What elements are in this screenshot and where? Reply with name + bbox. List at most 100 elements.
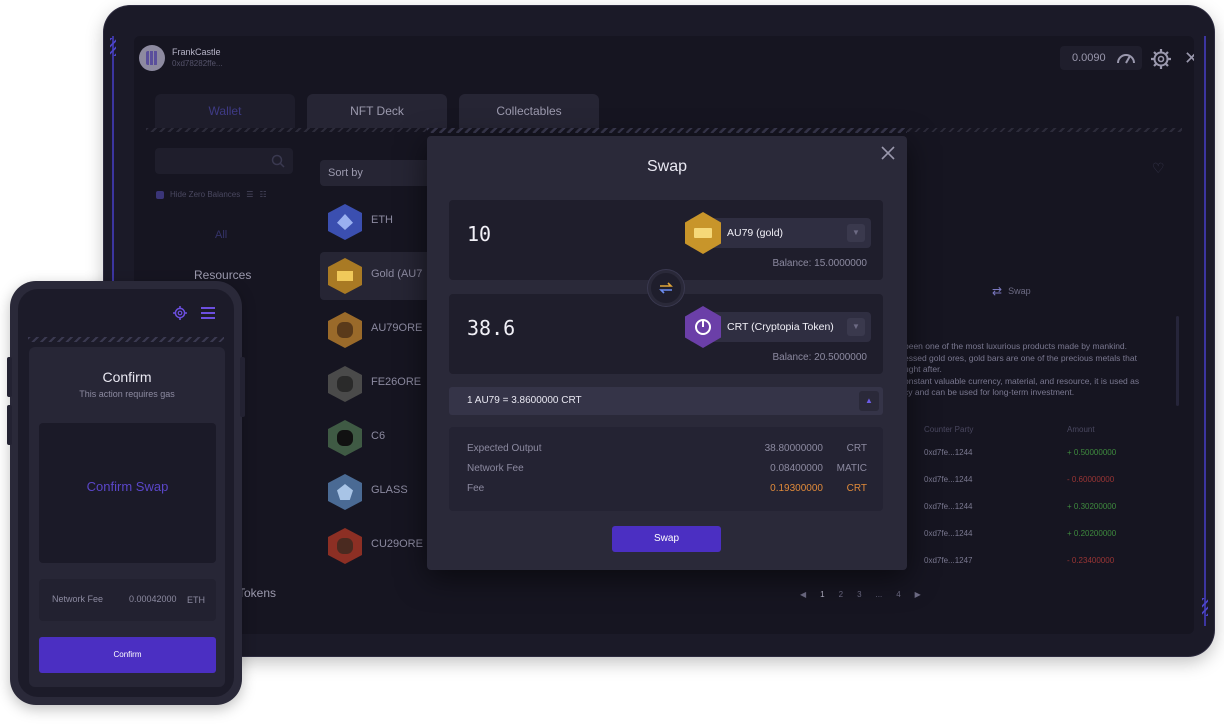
summary-value: 38.80000000	[764, 443, 823, 454]
tab-collectables[interactable]: Collectables	[459, 94, 599, 128]
swap-modal: Swap 10 AU79 (gold) ▼ Balance: 15.000000…	[427, 136, 907, 570]
resource-name: CU29ORE	[371, 538, 423, 550]
transaction-row[interactable]: 0xd7fe...1244 - 0.60000000	[924, 475, 1154, 491]
resource-item-eth[interactable]: ETH	[320, 198, 440, 246]
resource-description: been one of the most luxurious products …	[904, 341, 1140, 397]
exchange-rate: 1 AU79 = 3.8600000 CRT	[467, 395, 582, 406]
gauge-icon	[1117, 54, 1135, 64]
detail-tab-swap[interactable]: ⇄ Swap	[992, 284, 1031, 298]
avatar[interactable]	[139, 45, 165, 71]
filter-resources[interactable]: Resources	[194, 268, 251, 282]
hamburger-menu-icon[interactable]	[201, 307, 215, 319]
chevron-down-icon[interactable]: ▼	[847, 318, 865, 336]
hide-zero-label: Hide Zero Balances	[170, 190, 241, 199]
filter-tokens[interactable]: Tokens	[238, 586, 276, 600]
close-icon[interactable]	[879, 144, 897, 162]
summary-unit: MATIC	[836, 463, 867, 474]
filter-all[interactable]: All	[215, 229, 227, 241]
resource-name: Gold (AU7	[371, 268, 423, 280]
phone-side-button	[7, 357, 12, 397]
close-icon[interactable]: ✕	[1184, 48, 1194, 69]
gold-bar-icon	[685, 212, 721, 254]
to-amount-input[interactable]: 38.6	[467, 316, 515, 340]
modal-title: Swap	[646, 158, 688, 175]
detail-tab-swap-label: Swap	[1008, 286, 1031, 296]
chevron-up-icon[interactable]: ▲	[859, 391, 879, 411]
summary-label: Expected Output	[467, 443, 542, 454]
network-fee-row: Network Fee 0.00042000 ETH	[39, 579, 216, 621]
transaction-row[interactable]: 0xd7fe...1247 - 0.23400000	[924, 556, 1154, 572]
list-view-icon[interactable]: ☰	[246, 190, 253, 199]
gas-value: 0.0090	[1072, 52, 1106, 64]
tab-wallet[interactable]: Wallet	[155, 94, 295, 128]
to-token-name: CRT (Cryptopia Token)	[727, 321, 834, 333]
page-link[interactable]: 2	[839, 590, 843, 599]
search-input[interactable]	[155, 148, 293, 174]
page-link[interactable]: 4	[896, 590, 900, 599]
exchange-rate-bar[interactable]: 1 AU79 = 3.8600000 CRT ▲	[449, 387, 883, 415]
tab-nft-deck[interactable]: NFT Deck	[307, 94, 447, 128]
from-token-select[interactable]: AU79 (gold) ▼	[685, 212, 871, 254]
transaction-row[interactable]: 0xd7fe...1244 + 0.50000000	[924, 448, 1154, 464]
page-link[interactable]: 3	[857, 590, 861, 599]
confirm-title: Confirm	[102, 369, 152, 385]
tx-counter-party: 0xd7fe...1244	[924, 475, 973, 484]
tablet-right-rail	[1200, 36, 1206, 626]
transaction-row[interactable]: 0xd7fe...1244 + 0.30200000	[924, 502, 1154, 518]
user-address: 0xd78282ffe...	[172, 59, 223, 68]
eth-icon	[328, 204, 362, 240]
favorite-heart-icon[interactable]: ♡	[1152, 160, 1165, 177]
summary-value: 0.08400000	[770, 463, 823, 474]
settings-gear-icon[interactable]	[172, 305, 188, 321]
resource-item-fe26ore[interactable]: FE26ORE	[320, 360, 440, 408]
sort-label: Sort by	[328, 167, 363, 179]
settings-gear-icon[interactable]	[1150, 48, 1172, 70]
page-link[interactable]: 1	[820, 590, 824, 599]
grid-view-icon[interactable]: ☷	[259, 190, 266, 199]
swap-button[interactable]: Swap	[612, 526, 721, 552]
page-link[interactable]: ◀	[800, 590, 806, 599]
gold-ore-icon	[328, 312, 362, 348]
confirm-card: Confirm This action requires gas Confirm…	[29, 347, 225, 687]
from-amount-input[interactable]: 10	[467, 222, 491, 246]
swap-direction-button[interactable]	[648, 270, 684, 306]
tx-counter-party: 0xd7fe...1244	[924, 502, 973, 511]
hide-zero-checkbox[interactable]	[156, 190, 164, 199]
page-link[interactable]: ...	[876, 590, 883, 599]
tx-amount: - 0.60000000	[1067, 475, 1115, 484]
tx-amount: - 0.23400000	[1067, 556, 1115, 565]
chevron-down-icon[interactable]: ▼	[847, 224, 865, 242]
detail-scrollbar[interactable]	[1176, 316, 1179, 406]
cryptopia-token-icon	[685, 306, 721, 348]
confirm-button[interactable]: Confirm	[39, 637, 216, 673]
transaction-row[interactable]: 0xd7fe...1244 + 0.20200000	[924, 529, 1154, 545]
phone-screen: Confirm This action requires gas Confirm…	[18, 289, 234, 697]
main-tabs: Wallet NFT Deck Collectables	[155, 94, 599, 128]
resource-name: FE26ORE	[371, 376, 422, 388]
phone-side-button	[7, 405, 12, 445]
rail-notch	[110, 38, 116, 56]
page-link[interactable]: ▶	[915, 590, 921, 599]
resource-name: GLASS	[371, 484, 408, 496]
resource-item-au79ore[interactable]: AU79ORE	[320, 306, 440, 354]
resource-item-glass[interactable]: GLASS	[320, 468, 440, 516]
tx-counter-party: 0xd7fe...1244	[924, 529, 973, 538]
modal-top-stripe	[427, 128, 907, 133]
tx-counter-party: 0xd7fe...1247	[924, 556, 973, 565]
phone-side-button	[240, 357, 245, 417]
gas-indicator[interactable]: 0.0090	[1060, 46, 1142, 70]
confirm-subtitle: This action requires gas	[79, 389, 175, 399]
resource-item-cu29ore[interactable]: CU29ORE	[320, 522, 440, 570]
swap-arrows-icon: ⇄	[992, 284, 1003, 298]
sort-dropdown[interactable]: Sort by	[320, 160, 440, 186]
resource-item-c6[interactable]: C6	[320, 414, 440, 462]
hide-zero-toggle[interactable]: Hide Zero Balances ☰ ☷	[156, 190, 267, 199]
summary-row-fee: Fee 0.19300000 CRT	[467, 483, 867, 497]
tx-amount: + 0.20200000	[1067, 529, 1117, 538]
tx-counter-party: 0xd7fe...1244	[924, 448, 973, 457]
to-token-select[interactable]: CRT (Cryptopia Token) ▼	[685, 306, 871, 348]
iron-ore-icon	[328, 366, 362, 402]
resource-name: AU79ORE	[371, 322, 423, 334]
resource-item-gold[interactable]: Gold (AU7	[320, 252, 440, 300]
summary-label: Network Fee	[467, 463, 524, 474]
